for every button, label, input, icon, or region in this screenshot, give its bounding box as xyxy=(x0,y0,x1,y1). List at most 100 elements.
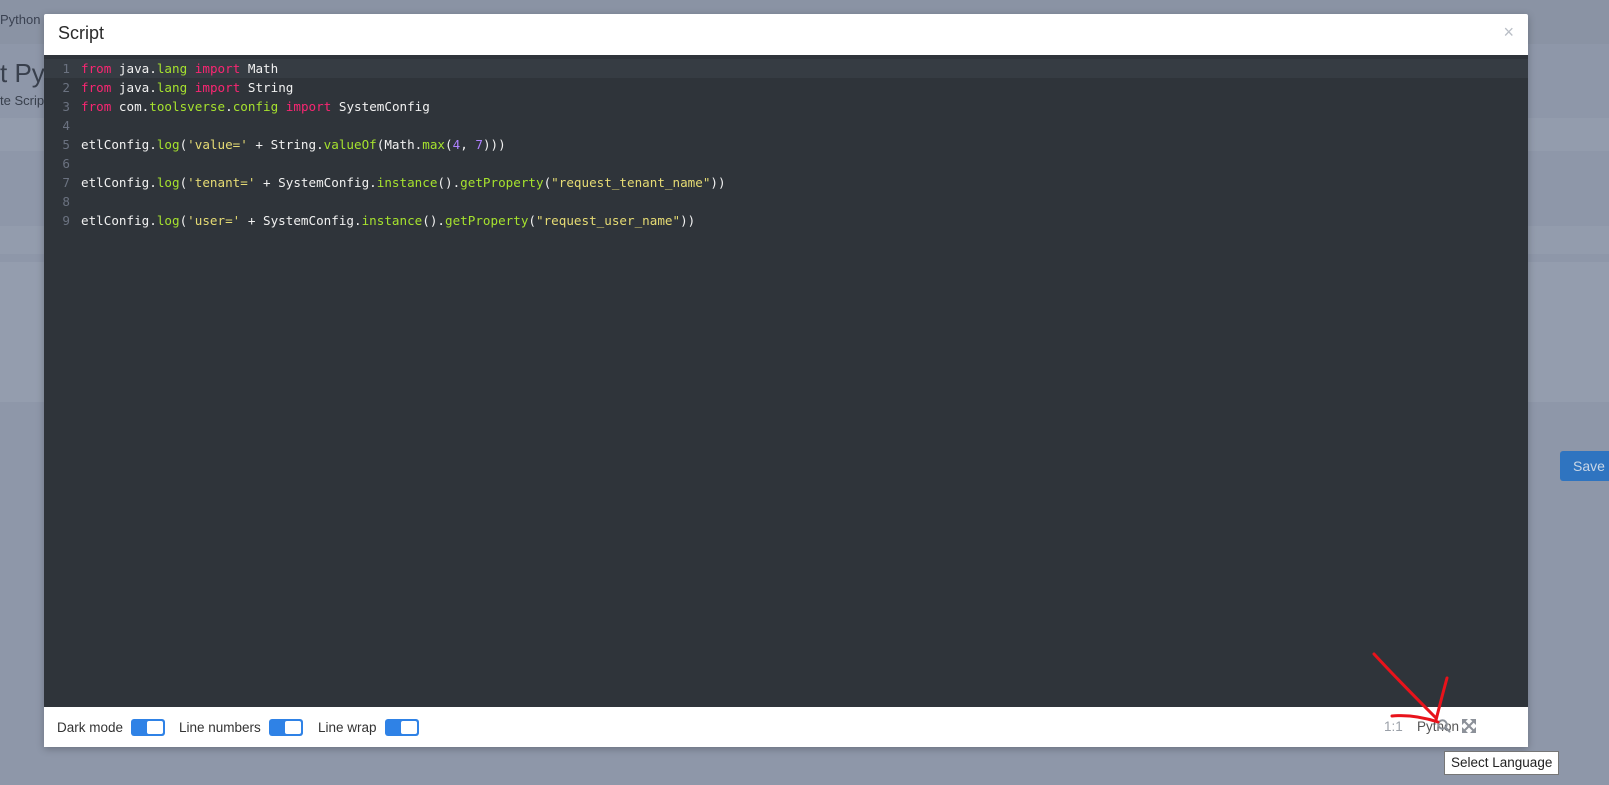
select-language-tooltip: Select Language xyxy=(1444,751,1560,775)
line-numbers-label: Line numbers xyxy=(179,719,261,735)
line-number: 8 xyxy=(62,194,70,209)
code-token: 'value=' xyxy=(187,137,248,152)
code-token: log xyxy=(156,213,180,228)
code-token: import xyxy=(194,80,241,95)
code-line[interactable]: 3 from com.toolsverse.config import Syste… xyxy=(44,97,1528,116)
code-token: SystemConfig xyxy=(331,99,430,114)
line-wrap-toggle-group: Line wrap xyxy=(318,707,419,747)
background-page-subtitle: te Scrip xyxy=(0,93,45,108)
modal-header: Script × xyxy=(44,14,1528,55)
code-token: String xyxy=(240,80,294,95)
line-numbers-toggle-group: Line numbers xyxy=(179,707,303,747)
code-token: log xyxy=(156,137,180,152)
code-text: etlConfig.log ( 'user=' + SystemConfig.ins… xyxy=(81,211,695,230)
code-line[interactable]: 5 etlConfig.log ( 'value=' + String.valueOf… xyxy=(44,135,1528,154)
code-token: log xyxy=(156,175,180,190)
line-number: 4 xyxy=(62,118,70,133)
code-token: ( xyxy=(528,213,536,228)
code-token: 7 xyxy=(475,137,483,152)
code-token: , xyxy=(460,137,476,152)
code-token: (). xyxy=(422,213,445,228)
code-token: lang xyxy=(156,80,188,95)
dark-mode-toggle-group: Dark mode xyxy=(57,707,166,747)
code-line[interactable]: 6 xyxy=(44,154,1528,173)
code-text: from java.lang import Math xyxy=(81,59,278,78)
code-token: + String. xyxy=(247,137,324,152)
code-token: config xyxy=(232,99,279,114)
toggle-knob xyxy=(284,720,301,734)
code-token: 'user=' xyxy=(187,213,241,228)
close-icon[interactable]: × xyxy=(1503,22,1514,43)
code-token: + SystemConfig. xyxy=(240,213,362,228)
code-token: valueOf xyxy=(323,137,377,152)
code-text: from java.lang import String xyxy=(81,78,293,97)
line-wrap-label: Line wrap xyxy=(318,719,377,735)
line-number: 5 xyxy=(62,137,70,152)
line-number: 6 xyxy=(62,156,70,171)
code-token: )) xyxy=(680,213,696,228)
code-token: getProperty xyxy=(460,175,544,190)
code-text: etlConfig.log ( 'value=' + String.valueOf(… xyxy=(81,135,506,154)
code-token: import xyxy=(285,99,332,114)
line-number: 7 xyxy=(62,175,70,190)
code-token: lang xyxy=(156,61,188,76)
code-line[interactable]: 7 etlConfig.log('tenant=' + SystemConfig.… xyxy=(44,173,1528,192)
code-line[interactable]: 1 from java.lang import Math xyxy=(44,59,1528,78)
line-number: 3 xyxy=(62,99,70,114)
code-token: java. xyxy=(111,61,157,76)
script-modal: Script × 1 from java.lang import Math 2 fro… xyxy=(44,14,1528,747)
search-icon-graphic xyxy=(1437,719,1451,733)
toggle-knob xyxy=(400,720,417,734)
modal-title: Script xyxy=(58,23,105,43)
code-token: getProperty xyxy=(445,213,529,228)
toggle-knob xyxy=(147,720,164,734)
editor-footer: Dark mode Line numbers Line wrap 1:1 Pyt… xyxy=(44,707,1528,747)
code-token: import xyxy=(194,61,241,76)
code-token: instance xyxy=(376,175,438,190)
fullscreen-icon-graphic xyxy=(1462,719,1476,733)
code-line[interactable]: 9 etlConfig.log ( 'user=' + SystemConfig.in… xyxy=(44,211,1528,230)
code-token: . xyxy=(225,99,233,114)
code-token: Math xyxy=(240,61,279,76)
code-token: com. xyxy=(111,99,150,114)
line-number: 9 xyxy=(62,213,70,228)
code-token: ( xyxy=(445,137,453,152)
fullscreen-icon[interactable] xyxy=(1461,718,1477,734)
code-token: from xyxy=(81,61,112,76)
dark-mode-toggle[interactable] xyxy=(131,718,166,736)
code-token: "request_user_name" xyxy=(536,213,681,228)
code-token: "request_tenant_name" xyxy=(551,175,711,190)
cursor-position: 1:1 xyxy=(1384,719,1403,734)
line-number: 2 xyxy=(62,80,70,95)
code-token: from xyxy=(81,80,112,95)
code-token: + SystemConfig. xyxy=(255,175,377,190)
code-token: 'tenant=' xyxy=(187,175,256,190)
code-token: etlConfig. xyxy=(81,175,157,190)
code-line[interactable]: 8 xyxy=(44,192,1528,211)
code-text: from com.toolsverse.config import System… xyxy=(81,97,430,116)
code-token: toolsverse xyxy=(149,99,226,114)
code-token: etlConfig. xyxy=(81,213,157,228)
code-token: instance xyxy=(361,213,423,228)
code-token: etlConfig. xyxy=(81,137,157,152)
dark-mode-label: Dark mode xyxy=(57,719,124,735)
code-line[interactable]: 2 from java.lang import String xyxy=(44,78,1528,97)
code-token: (Math. xyxy=(376,137,423,152)
code-editor[interactable]: 1 from java.lang import Math 2 from java.la… xyxy=(44,55,1528,707)
code-token: java. xyxy=(111,80,157,95)
code-token: )) xyxy=(710,175,726,190)
code-token: max xyxy=(422,137,445,152)
code-line[interactable]: 4 xyxy=(44,116,1528,135)
code-token: ))) xyxy=(482,137,506,152)
line-numbers-toggle[interactable] xyxy=(268,718,303,736)
background-breadcrumb: Python s xyxy=(0,12,51,27)
line-wrap-toggle[interactable] xyxy=(384,718,419,736)
line-number: 1 xyxy=(62,61,70,76)
search-icon[interactable] xyxy=(1436,718,1452,734)
code-text: etlConfig.log('tenant=' + SystemConfig.i… xyxy=(81,173,726,192)
background-save-button: Save xyxy=(1560,451,1609,481)
code-token: (). xyxy=(437,175,461,190)
